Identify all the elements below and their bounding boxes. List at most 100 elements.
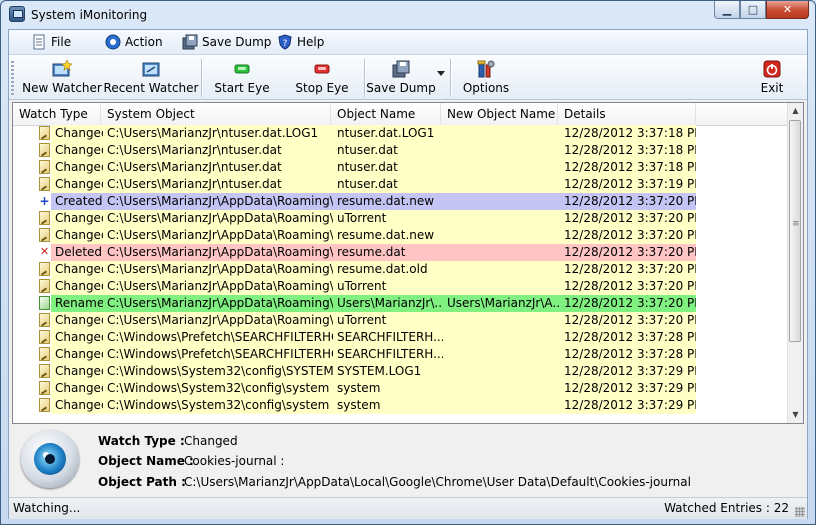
table-row[interactable]: Changed C:\Users\MarianzJr\ntuser.dat ntus… — [13, 176, 789, 193]
title-bar[interactable]: System iMonitoring ▁ □ ✕ — [1, 1, 815, 29]
cell-object-name: ntuser.dat.LOG1 — [337, 126, 435, 140]
table-row[interactable]: Changed C:\Users\MarianzJr\AppData\Roamin… — [13, 227, 789, 244]
cell-system-object: C:\Users\MarianzJr\AppData\Roaming\uTor.… — [107, 296, 333, 310]
cell-watch-type: Created — [55, 194, 103, 208]
cell-watch-type: Changed — [55, 364, 103, 378]
stop-eye-button[interactable]: Stop Eye — [289, 55, 355, 99]
column-header-system-object[interactable]: System Object — [101, 103, 331, 125]
options-button[interactable]: Options — [456, 55, 516, 99]
scroll-up-arrow[interactable]: ▲ — [788, 103, 803, 119]
close-button[interactable]: ✕ — [766, 1, 809, 19]
scroll-thumb[interactable] — [789, 120, 801, 342]
table-row[interactable]: Changed C:\Users\MarianzJr\AppData\Roamin… — [13, 312, 789, 329]
table-row[interactable]: Changed C:\Windows\Prefetch\SEARCHFILTERH… — [13, 346, 789, 363]
save-dump-dropdown-arrow[interactable] — [437, 71, 445, 76]
cell-system-object: C:\Windows\System32\config\system — [107, 398, 330, 412]
cell-details: 12/28/2012 3:37:20 PM — [564, 211, 696, 225]
table-row[interactable]: Changed C:\Users\MarianzJr\AppData\Roamin… — [13, 278, 789, 295]
minimize-button[interactable]: ▁ — [714, 1, 740, 19]
table-row[interactable]: Changed C:\Windows\System32\config\SYSTEM… — [13, 363, 789, 380]
table-row[interactable]: Changed C:\Windows\System32\config\system… — [13, 380, 789, 397]
file-icon — [33, 34, 45, 50]
menu-action[interactable]: Action — [105, 33, 163, 51]
cell-new-object-name — [445, 397, 559, 414]
cell-object-name: system — [337, 398, 381, 412]
menu-help-label: Help — [297, 35, 325, 49]
changed-icon — [39, 364, 50, 378]
watch-type-label: Watch Type : — [98, 434, 185, 448]
cell-watch-type: Changed — [55, 126, 103, 140]
cell-watch-type: Changed — [55, 160, 103, 174]
table-row[interactable]: ✕ Deleted C:\Users\MarianzJr\AppData\Roami… — [13, 244, 789, 261]
menu-help[interactable]: ? Help — [277, 33, 324, 51]
cell-object-name: resume.dat.old — [337, 262, 428, 276]
column-header-watch-type[interactable]: Watch Type — [13, 103, 101, 125]
column-header-details[interactable]: Details — [558, 103, 696, 125]
column-header-new-object-name[interactable]: New Object Name — [441, 103, 558, 125]
changed-icon — [39, 381, 50, 395]
cell-system-object: C:\Users\MarianzJr\AppData\Roaming\uTor.… — [107, 313, 333, 327]
recent-watcher-button[interactable]: Recent Watcher — [104, 55, 198, 99]
column-header-object-name[interactable]: Object Name — [331, 103, 441, 125]
details-panel: Watch Type : Changed Object Name : Cooki… — [9, 427, 807, 495]
changed-icon — [39, 262, 50, 276]
cell-object-name: Users\MarianzJr\... — [337, 296, 443, 310]
cell-object-name: resume.dat — [337, 245, 406, 259]
maximize-button[interactable]: □ — [740, 1, 766, 19]
cell-system-object: C:\Users\MarianzJr\AppData\Roaming\uTor.… — [107, 262, 333, 276]
toolbar: New Watcher Recent Watcher Start Eye Sto… — [9, 55, 807, 100]
table-row[interactable]: Changed C:\Users\MarianzJr\ntuser.dat ntus… — [13, 159, 789, 176]
cell-watch-type: Changed — [55, 211, 103, 225]
cell-new-object-name — [445, 380, 559, 397]
cell-new-object-name — [445, 261, 559, 278]
table-row[interactable]: Changed C:\Windows\Prefetch\SEARCHFILTERH… — [13, 329, 789, 346]
table-row[interactable]: Changed C:\Windows\System32\config\system… — [13, 397, 789, 414]
new-watcher-button[interactable]: New Watcher — [22, 55, 102, 99]
new-watcher-label: New Watcher — [22, 81, 102, 95]
scroll-down-arrow[interactable]: ▼ — [788, 407, 803, 423]
toolbar-separator — [450, 59, 451, 97]
toolbar-grip[interactable] — [11, 61, 14, 95]
help-shield-icon: ? — [278, 34, 292, 50]
toolbar-separator — [201, 59, 202, 97]
cell-watch-type: Changed — [55, 330, 103, 344]
start-eye-button[interactable]: Start Eye — [209, 55, 275, 99]
save-dump-button[interactable]: Save Dump — [366, 55, 436, 99]
table-row[interactable]: Changed C:\Users\MarianzJr\AppData\Roamin… — [13, 261, 789, 278]
table-row[interactable]: Changed C:\Users\MarianzJr\ntuser.dat ntus… — [13, 142, 789, 159]
object-name-label: Object Name : — [98, 454, 194, 468]
cell-details: 12/28/2012 3:37:29 PM — [564, 398, 696, 412]
menu-file[interactable]: File — [31, 33, 71, 51]
table-row[interactable]: + Created C:\Users\MarianzJr\AppData\Roami… — [13, 193, 789, 210]
cell-new-object-name — [445, 278, 559, 295]
save-dump-icon — [182, 34, 198, 50]
start-eye-label: Start Eye — [214, 81, 270, 95]
cell-details: 12/28/2012 3:37:18 PM — [564, 160, 696, 174]
table-row[interactable]: Changed C:\Users\MarianzJr\AppData\Roamin… — [13, 210, 789, 227]
cell-object-name: SEARCHFILTERH... — [337, 347, 443, 361]
cell-details: 12/28/2012 3:37:20 PM — [564, 313, 696, 327]
renamed-icon — [39, 296, 50, 310]
watch-list[interactable]: Watch Type System Object Object Name New… — [12, 102, 804, 424]
changed-icon — [39, 330, 50, 344]
cell-object-name: SEARCHFILTERH... — [337, 330, 443, 344]
table-row[interactable]: Renamed C:\Users\MarianzJr\AppData\Roamin… — [13, 295, 789, 312]
exit-button[interactable]: Exit — [749, 55, 795, 99]
vertical-scrollbar[interactable]: ▲ ▼ — [787, 103, 803, 423]
cell-watch-type: Changed — [55, 398, 103, 412]
menu-save-dump[interactable]: Save Dump — [182, 33, 271, 51]
maximize-icon: □ — [747, 3, 759, 16]
menu-save-dump-label: Save Dump — [202, 35, 272, 49]
menu-bar: File Action Save Dump ? Help — [9, 30, 807, 55]
minimize-icon: ▁ — [722, 3, 732, 16]
created-icon: + — [39, 194, 50, 208]
changed-icon — [39, 126, 50, 140]
cell-object-name: SYSTEM.LOG1 — [337, 364, 422, 378]
cell-watch-type: Renamed — [55, 296, 103, 310]
table-row[interactable]: Changed C:\Users\MarianzJr\ntuser.dat.LOG… — [13, 125, 789, 142]
changed-icon — [39, 313, 50, 327]
resize-grip[interactable] — [795, 507, 805, 517]
cell-watch-type: Deleted — [55, 245, 103, 259]
cell-watch-type: Changed — [55, 177, 103, 191]
cell-details: 12/28/2012 3:37:29 PM — [564, 381, 696, 395]
